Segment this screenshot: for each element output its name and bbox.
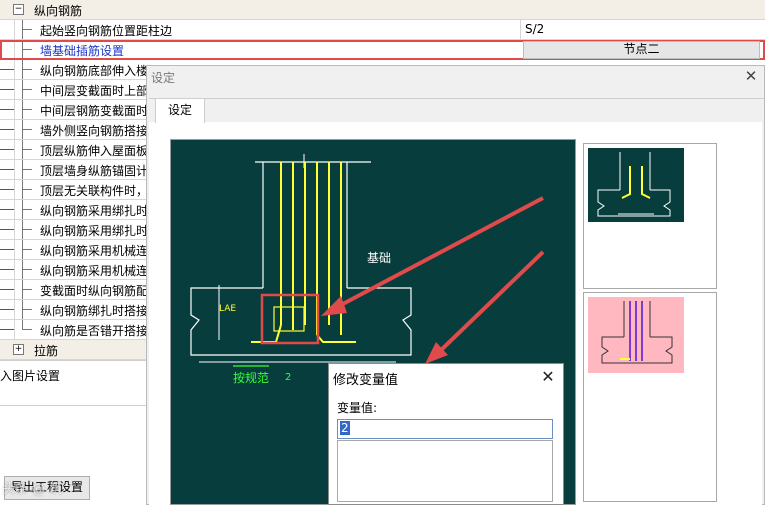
tree-branch: [22, 49, 32, 50]
row-label: 中间层变截面时上部: [40, 84, 149, 98]
row-label: 顶层纵筋伸入屋面板: [40, 144, 149, 158]
tree-branch: [22, 149, 32, 150]
tree-branch: [22, 229, 32, 230]
tree-branch: [22, 109, 32, 110]
arrow-head: [321, 296, 347, 316]
tree-branch: [22, 129, 32, 130]
row-marker: [0, 149, 14, 150]
row-marker: [0, 69, 14, 70]
watermark: 头条 @ 筑: [2, 482, 63, 497]
thumbnail-drawing: [588, 148, 684, 222]
dialog-title: 修改变量值: [333, 373, 399, 388]
group-header-label: 纵向钢筋: [34, 4, 83, 18]
tab-settings[interactable]: 设定: [155, 98, 205, 123]
node-thumbnail-2[interactable]: [583, 292, 717, 502]
row-label: 顶层墙身纵筋锚固计: [40, 164, 149, 178]
node-thumbnail-1[interactable]: [583, 143, 717, 289]
row-label: 中间层钢筋变截面时: [40, 104, 149, 118]
row-marker: [0, 129, 14, 130]
row-marker: [0, 229, 14, 230]
row-label: 纵向钢筋采用机械连: [40, 264, 149, 278]
tree-branch: [22, 69, 32, 70]
grid-row[interactable]: 起始竖向钢筋位置距柱边 S/2: [0, 20, 765, 40]
collapse-icon[interactable]: −: [13, 4, 24, 15]
spec-label: 按规范: [233, 370, 269, 385]
row-marker: [0, 309, 14, 310]
row-label: 纵向筋是否错开搭接: [40, 324, 149, 338]
row-marker: [0, 329, 14, 330]
row-label: 墙外侧竖向钢筋搭接: [40, 124, 149, 138]
row-marker: [0, 189, 14, 190]
close-icon[interactable]: ✕: [537, 366, 559, 388]
close-icon[interactable]: ✕: [743, 68, 759, 84]
row-marker: [0, 109, 14, 110]
row-label: 变截面时纵向钢筋配: [40, 284, 149, 298]
selected-text: 2: [340, 421, 350, 435]
tree-branch: [22, 289, 32, 290]
row-marker: [0, 89, 14, 90]
thumbnail-drawing: [588, 297, 684, 373]
tree-branch: [22, 329, 32, 330]
row-label: 纵向钢筋采用机械连: [40, 244, 149, 258]
row-marker: [0, 169, 14, 170]
pointer-arrow: [437, 250, 545, 354]
modify-variable-dialog: 修改变量值 ✕ 变量值: 2: [328, 363, 564, 505]
row-label: 纵向钢筋采用绑扎时: [40, 204, 149, 218]
foundation-label: 基础: [367, 251, 391, 265]
group-header-vertical-rebar[interactable]: − 纵向钢筋: [0, 0, 765, 20]
variable-value-input[interactable]: 2: [337, 419, 553, 439]
row-label: 纵向钢筋采用绑扎时: [40, 224, 149, 238]
tab-strip: [149, 98, 764, 99]
row-label: 纵向钢筋底部伸入楼: [40, 64, 149, 78]
row-marker: [0, 269, 14, 270]
image-settings-label: 入图片设置: [0, 369, 61, 383]
row-marker: [0, 289, 14, 290]
variable-value-label: 变量值:: [337, 401, 378, 415]
row-label: 纵向钢筋绑扎时搭接: [40, 304, 149, 318]
tree-branch: [22, 29, 32, 30]
row-label: 起始竖向钢筋位置距柱边: [40, 24, 173, 38]
highlight-box: [260, 293, 320, 345]
divider: [0, 405, 150, 406]
row-marker: [0, 249, 14, 250]
tree-branch: [22, 209, 32, 210]
row-label: 顶层无关联构件时，: [40, 184, 149, 198]
tree-branch: [22, 249, 32, 250]
expand-icon[interactable]: +: [13, 344, 24, 355]
node-select-button[interactable]: 节点二: [523, 41, 760, 59]
tree-branch: [22, 269, 32, 270]
row-marker: [0, 209, 14, 210]
tree-branch: [22, 89, 32, 90]
tree-branch: [22, 189, 32, 190]
rebar-hook: [251, 324, 282, 343]
anchor-detail-box: [273, 306, 305, 332]
dialog-title: 设定: [151, 71, 176, 85]
tree-branch: [22, 309, 32, 310]
tree-branch: [22, 169, 32, 170]
foundation-outline: [190, 287, 412, 356]
row-label: 墙基础插筋设置: [40, 44, 125, 58]
grid-row-selected[interactable]: 墙基础插筋设置 节点二: [0, 40, 765, 60]
lae-label: LAE: [219, 304, 236, 314]
row-value[interactable]: S/2: [520, 20, 765, 39]
group-header-label: 拉筋: [34, 344, 59, 358]
dim-value-label: 2: [285, 372, 291, 383]
value-list[interactable]: [337, 440, 553, 502]
rebar-hook: [316, 334, 356, 343]
